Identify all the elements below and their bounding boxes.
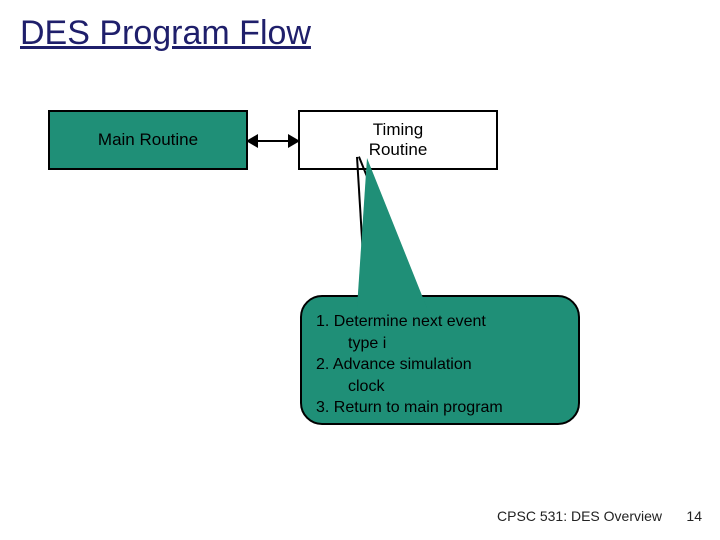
timing-callout: 1. Determine next event type i 2. Advanc… — [300, 295, 580, 425]
callout-pointer — [357, 158, 427, 308]
callout-line-2: 2. Advance simulation — [316, 354, 566, 376]
main-routine-box: Main Routine — [48, 110, 248, 170]
arrow-right-icon — [288, 134, 300, 148]
timing-routine-label: Timing Routine — [369, 120, 428, 159]
callout-line-1b: type i — [316, 333, 566, 355]
arrow-left-icon — [246, 134, 258, 148]
callout-line-1: 1. Determine next event — [316, 311, 566, 333]
callout-line-3: 3. Return to main program — [316, 397, 566, 419]
callout-line-2b: clock — [316, 376, 566, 398]
main-routine-label: Main Routine — [98, 130, 198, 150]
page-title: DES Program Flow — [20, 14, 311, 53]
page-number: 14 — [686, 508, 702, 524]
slide: DES Program Flow Main Routine Timing Rou… — [0, 0, 720, 540]
footer-course: CPSC 531: DES Overview — [497, 508, 662, 524]
